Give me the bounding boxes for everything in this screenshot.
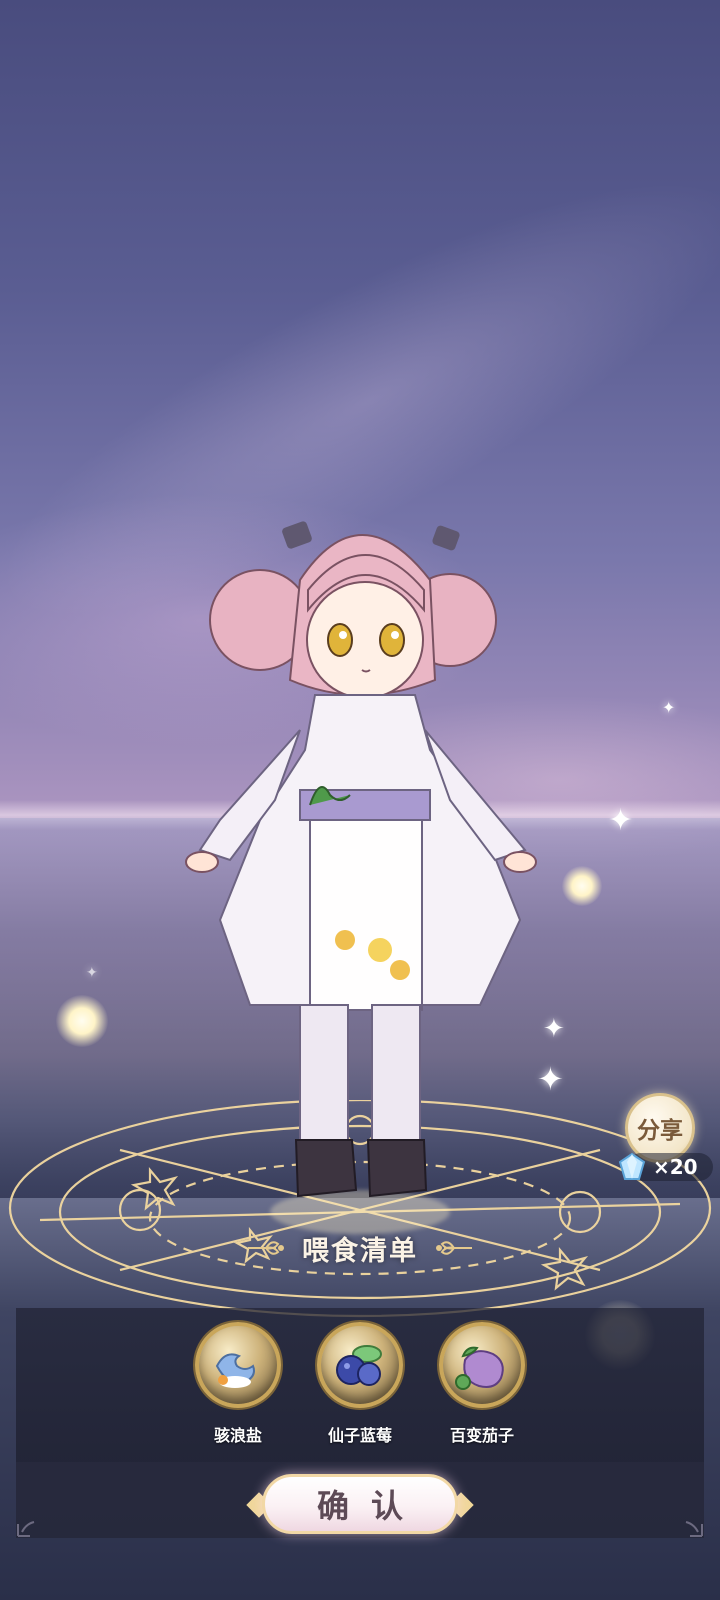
- feed-list-title: 喂食清单: [302, 1235, 418, 1267]
- leaf-ornament-icon: [248, 1241, 284, 1255]
- sparkle-icon: ✦: [608, 803, 634, 838]
- feed-items: 骇浪盐 仙子蓝莓 百变茄子: [0, 1322, 720, 1446]
- blueberry-icon: [336, 1345, 382, 1386]
- leaf-ornament-icon: [436, 1241, 472, 1255]
- confirm-button[interactable]: 确认: [262, 1474, 458, 1534]
- corner-ornament-icon: [17, 1521, 35, 1537]
- confirm-button-wrap: 确认: [246, 1472, 474, 1538]
- feed-item-label: 仙子蓝莓: [327, 1426, 392, 1445]
- feed-list-heading: 喂食清单: [0, 1225, 720, 1271]
- eggplant-icon: [455, 1346, 504, 1390]
- game-scene: ✦ ✦ ✦ ✦ ✦ 分享 ×20 喂食清单 骇浪盐 仙子蓝莓 百变茄子 确认: [0, 0, 720, 1600]
- character-avatar[interactable]: [180, 500, 540, 1230]
- light-orb: [56, 995, 108, 1047]
- feed-item-label: 骇浪盐: [213, 1426, 262, 1445]
- diamond-gem-icon: [618, 1152, 646, 1180]
- wave-salt-icon: [215, 1353, 255, 1388]
- feed-item[interactable]: 仙子蓝莓: [314, 1322, 406, 1446]
- feed-item-bubble[interactable]: [439, 1322, 525, 1408]
- sparkle-icon: ✦: [537, 1060, 564, 1098]
- light-orb: [562, 866, 602, 906]
- feed-item-bubble[interactable]: [317, 1322, 403, 1408]
- feed-item-bubble[interactable]: [195, 1322, 281, 1408]
- reward-count: ×20: [653, 1155, 698, 1179]
- sparkle-icon: ✦: [86, 965, 98, 981]
- sparkle-icon: ✦: [543, 1014, 565, 1044]
- share-reward: ×20: [617, 1150, 713, 1184]
- feed-item[interactable]: 百变茄子: [436, 1322, 528, 1446]
- sparkle-icon: ✦: [662, 698, 676, 717]
- feed-item-label: 百变茄子: [449, 1426, 514, 1445]
- feed-item[interactable]: 骇浪盐: [192, 1322, 284, 1446]
- corner-ornament-icon: [685, 1521, 703, 1537]
